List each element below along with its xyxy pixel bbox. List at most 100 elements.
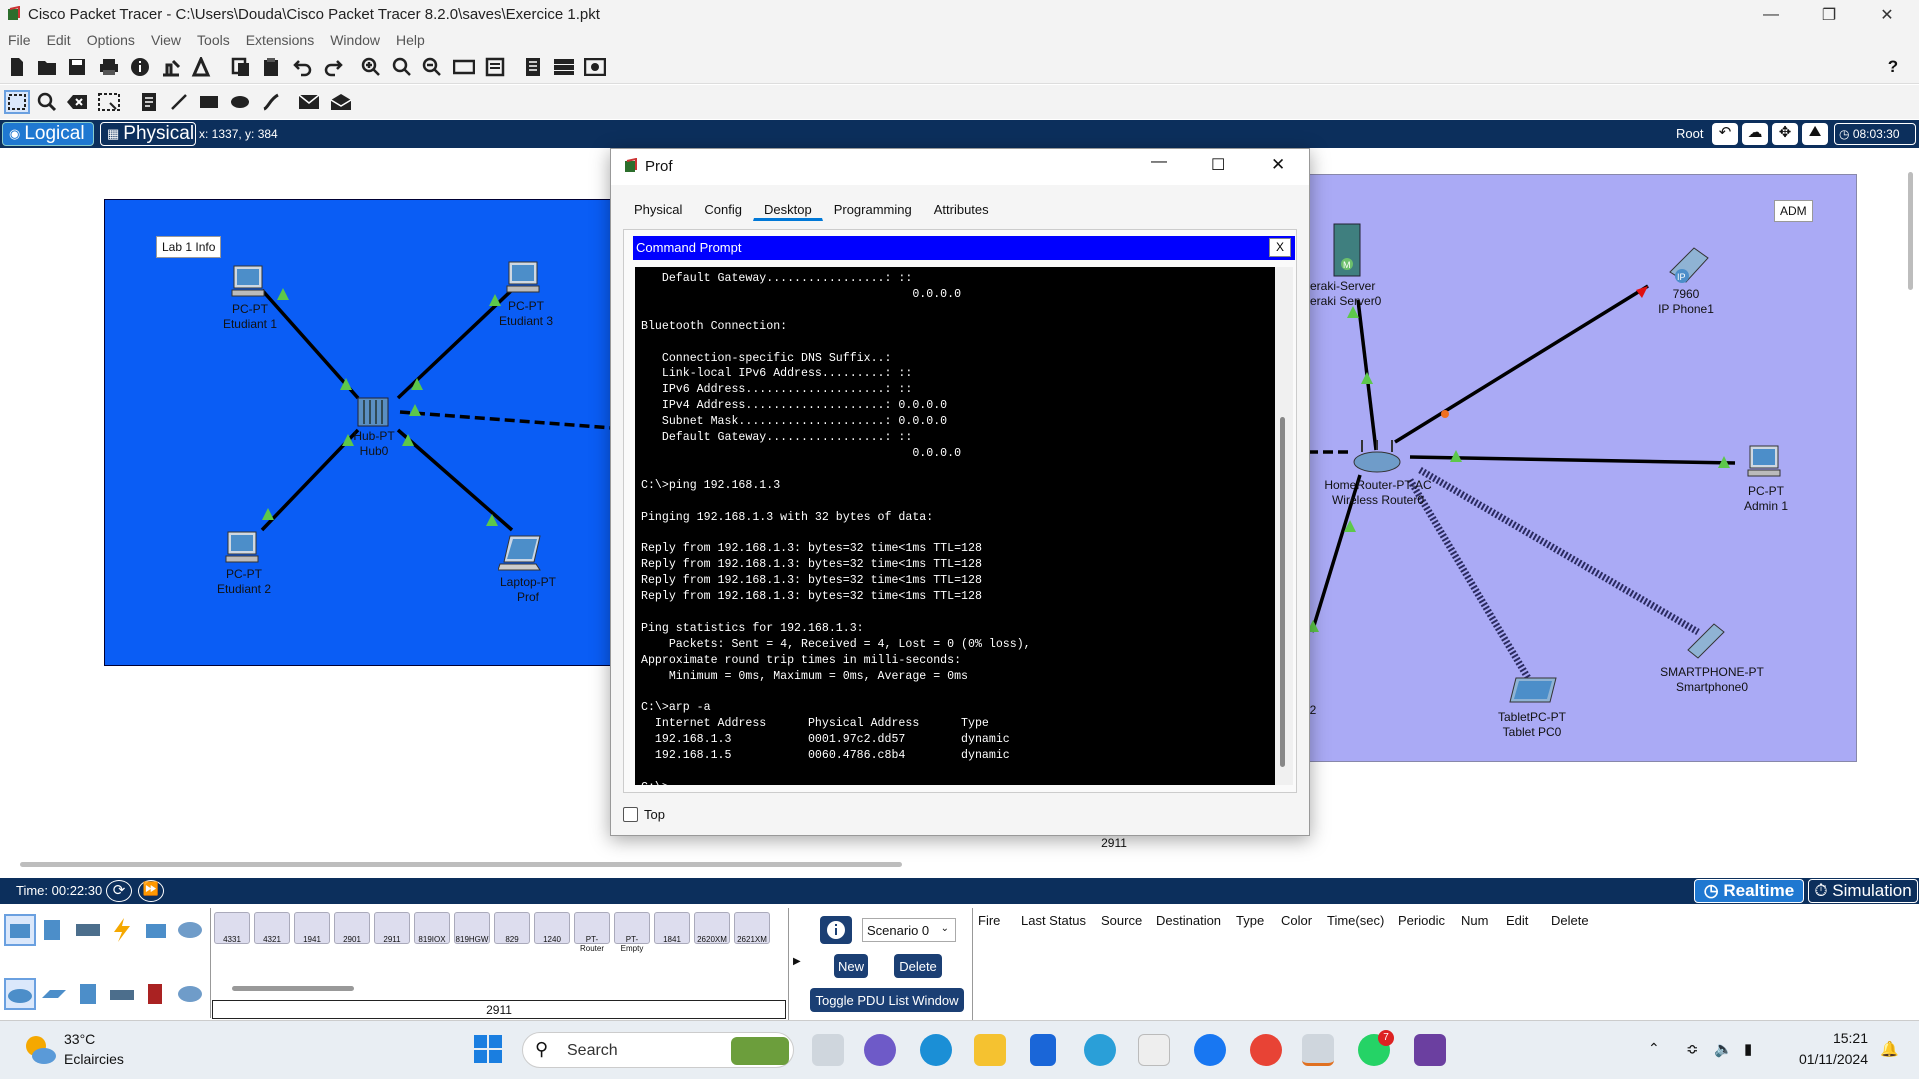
end-devices-category-icon[interactable] <box>40 916 68 944</box>
model-pt-router[interactable]: PT-Router <box>574 912 610 953</box>
network-devices-category-icon[interactable] <box>4 914 36 946</box>
dialog-close-button[interactable]: ✕ <box>1271 155 1285 175</box>
model-2911[interactable]: 2911 <box>374 912 410 944</box>
scenario-info-icon[interactable] <box>820 916 852 944</box>
top-checkbox[interactable] <box>623 807 638 822</box>
simulation-icon: ⏱ <box>1814 881 1833 900</box>
misc-category-icon[interactable] <box>142 916 170 944</box>
wireless-router-icon[interactable] <box>1352 436 1402 476</box>
model-2621xm[interactable]: 2621XM <box>734 912 770 944</box>
taskbar-date[interactable]: 01/11/2024 <box>1788 1051 1868 1067</box>
laptop-prof-icon[interactable] <box>498 534 544 574</box>
horizontal-scrollbar[interactable] <box>20 862 902 867</box>
telegram-icon[interactable] <box>1084 1034 1116 1066</box>
wireless-subcategory-icon[interactable] <box>108 980 136 1008</box>
dialog-maximize-button[interactable]: ☐ <box>1211 155 1225 175</box>
chevron-up-icon[interactable]: ⌃ <box>1648 1040 1660 1057</box>
task-view-icon[interactable] <box>812 1034 844 1066</box>
model-819hgw[interactable]: 819HGW <box>454 912 490 944</box>
model-1941[interactable]: 1941 <box>294 912 330 944</box>
switches-subcategory-icon[interactable] <box>40 980 68 1008</box>
realtime-mode-button[interactable]: ◷ Realtime <box>1694 879 1804 903</box>
pc-etudiant1-label: PC-PT Etudiant 1 <box>210 302 290 332</box>
pc-etudiant1-icon[interactable] <box>228 264 268 300</box>
pc-etudiant3-icon[interactable] <box>503 260 543 296</box>
tab-attributes[interactable]: Attributes <box>923 197 1000 221</box>
weather-icon[interactable] <box>22 1032 58 1066</box>
pc-etudiant2-name: Etudiant 2 <box>216 582 272 596</box>
edge-icon[interactable] <box>920 1034 952 1066</box>
file-explorer-icon[interactable] <box>974 1034 1006 1066</box>
delete-scenario-button[interactable]: Delete <box>894 954 942 978</box>
models-scrollbar[interactable] <box>232 986 354 991</box>
command-prompt-header: Command Prompt X <box>633 236 1295 260</box>
battery-icon[interactable]: ▮ <box>1744 1040 1752 1058</box>
taskbar-time[interactable]: 15:21 <box>1808 1030 1868 1046</box>
tablet-label: TabletPC-PT Tablet PC0 <box>1482 710 1582 740</box>
notification-bell-icon[interactable]: 🔔 <box>1880 1040 1899 1058</box>
terminal-output[interactable]: Default Gateway.................: :: 0.0… <box>635 267 1275 785</box>
power-cycle-icon[interactable]: ⟳ <box>106 880 132 902</box>
pdu-col-last-status: Last Status <box>1021 913 1087 928</box>
bluetooth-icon[interactable] <box>1030 1034 1056 1066</box>
start-icon[interactable] <box>473 1034 503 1064</box>
ip-phone-icon[interactable]: IP <box>1664 244 1714 288</box>
model-819iox[interactable]: 819IOX <box>414 912 450 944</box>
tab-desktop[interactable]: Desktop <box>753 197 823 221</box>
laptop-prof-label: Laptop-PT Prof <box>488 575 568 605</box>
model-pt-empty[interactable]: PT-Empty <box>614 912 650 953</box>
model-2901[interactable]: 2901 <box>334 912 370 944</box>
toggle-pdu-list-button[interactable]: Toggle PDU List Window <box>810 988 964 1012</box>
simulation-mode-button[interactable]: ⏱ Simulation <box>1808 879 1918 903</box>
chrome-icon[interactable] <box>1250 1034 1282 1066</box>
model-2620xm[interactable]: 2620XM <box>694 912 730 944</box>
security-subcategory-icon[interactable] <box>142 980 170 1008</box>
dialog-minimize-button[interactable]: — <box>1151 153 1167 171</box>
hub0-label: Hub-PT Hub0 <box>334 429 414 459</box>
tab-programming[interactable]: Programming <box>823 197 923 221</box>
tablet-icon[interactable] <box>1508 674 1558 706</box>
model-1841[interactable]: 1841 <box>654 912 690 944</box>
smartphone-icon[interactable] <box>1684 620 1728 660</box>
smartphone-type: SMARTPHONE-PT <box>1660 665 1764 679</box>
tab-config[interactable]: Config <box>693 197 753 221</box>
model-4321[interactable]: 4321 <box>254 912 290 944</box>
vertical-scrollbar[interactable] <box>1908 172 1913 290</box>
taskbar-search-box[interactable]: ⚲ Search <box>522 1032 794 1068</box>
tab-physical[interactable]: Physical <box>623 197 693 221</box>
teams-icon[interactable] <box>864 1034 896 1066</box>
volume-icon[interactable]: 🔈 <box>1714 1040 1733 1058</box>
terminal-scrollbar[interactable] <box>1275 267 1293 785</box>
wifi-icon[interactable]: ≎ <box>1686 1040 1699 1058</box>
routers-subcategory-icon[interactable] <box>4 978 36 1010</box>
model-4331[interactable]: 4331 <box>214 912 250 944</box>
hubs-subcategory-icon[interactable] <box>74 980 102 1008</box>
ip-phone-name: IP Phone1 <box>1658 302 1714 316</box>
hub0-icon[interactable] <box>356 396 390 428</box>
new-scenario-button[interactable]: New <box>834 954 868 978</box>
app-icon-purple[interactable] <box>1414 1034 1446 1066</box>
wan-emulation-subcategory-icon[interactable] <box>176 980 204 1008</box>
model-1240[interactable]: 1240 <box>534 912 570 944</box>
multiuser-category-icon[interactable] <box>176 916 204 944</box>
meraki-server-icon[interactable]: M <box>1332 222 1362 278</box>
category-divider <box>210 908 211 1018</box>
pc-etudiant1-name: Etudiant 1 <box>222 317 278 331</box>
svg-text:M: M <box>1343 260 1351 270</box>
connections-category-icon[interactable] <box>108 916 136 944</box>
pdu-col-fire: Fire <box>978 913 1001 928</box>
terminal-scroll-thumb[interactable] <box>1280 417 1285 767</box>
command-prompt-close-button[interactable]: X <box>1269 238 1291 257</box>
fast-forward-icon[interactable]: ⏩ <box>138 880 164 902</box>
command-prompt-title: Command Prompt <box>636 240 742 255</box>
scenario-select[interactable]: Scenario 0 ⌄ <box>862 918 956 942</box>
packet-tracer-taskbar-icon[interactable] <box>1302 1034 1334 1066</box>
store-icon[interactable] <box>1138 1034 1170 1066</box>
model-829[interactable]: 829 <box>494 912 530 944</box>
meraki-server-type: Meraki-Server <box>1300 279 1376 293</box>
collapse-arrow-icon[interactable]: ▶ <box>793 956 801 967</box>
pc-etudiant2-icon[interactable] <box>222 530 262 566</box>
facebook-icon[interactable] <box>1194 1034 1226 1066</box>
pc-admin1-icon[interactable] <box>1744 444 1784 480</box>
components-category-icon[interactable] <box>74 916 102 944</box>
